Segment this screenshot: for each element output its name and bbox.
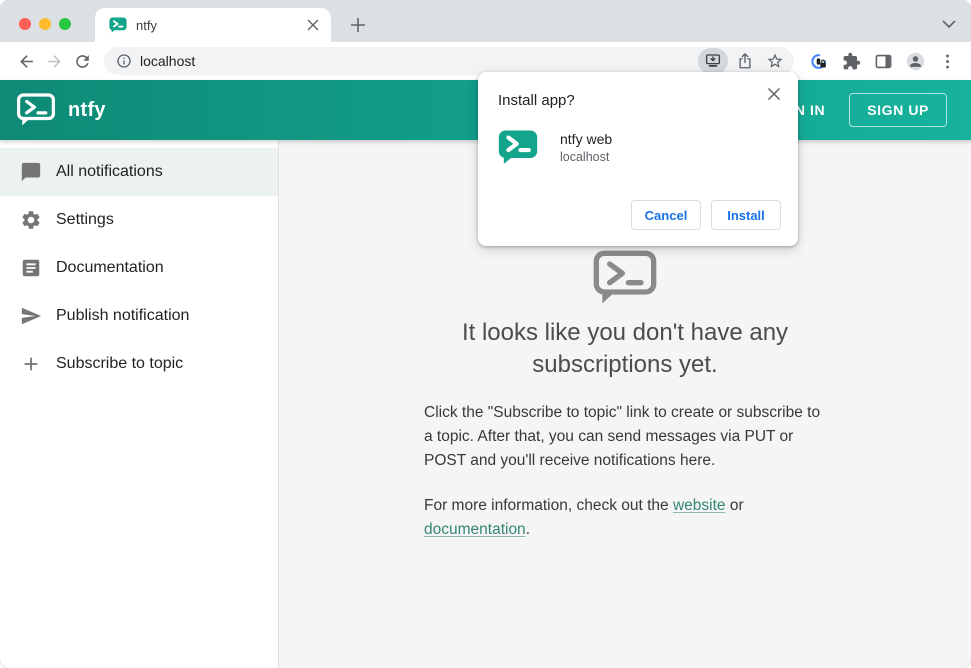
new-tab-button[interactable]: [346, 13, 370, 37]
tab-search-chevron-icon[interactable]: [942, 16, 956, 34]
profile-avatar-icon[interactable]: [902, 48, 928, 74]
sidebar-item-label: Documentation: [56, 259, 164, 276]
install-dialog-title: Install app?: [498, 92, 575, 109]
send-icon: [21, 307, 42, 325]
window-controls: [19, 18, 71, 30]
install-app-origin: localhost: [560, 150, 610, 164]
side-panel-icon[interactable]: [870, 48, 896, 74]
privacy-extension-icon[interactable]: [806, 48, 832, 74]
ntfy-logo-icon: [16, 93, 56, 126]
extension-cluster: [806, 48, 960, 74]
ntfy-logo-gray-icon: [593, 250, 657, 304]
documentation-link[interactable]: documentation: [424, 521, 526, 538]
sidebar-item-all-notifications[interactable]: All notifications: [0, 148, 278, 196]
sidebar-item-label: Settings: [56, 211, 114, 228]
install-button[interactable]: Install: [711, 200, 781, 230]
install-app-dialog: Install app? ntfy web localhost Cancel I…: [478, 72, 798, 246]
share-icon[interactable]: [732, 48, 758, 74]
extensions-puzzle-icon[interactable]: [838, 48, 864, 74]
article-icon: [22, 259, 40, 277]
zoom-window-button[interactable]: [59, 18, 71, 30]
sidebar-item-settings[interactable]: Settings: [0, 196, 278, 244]
url-bar[interactable]: localhost: [104, 47, 794, 75]
close-window-button[interactable]: [19, 18, 31, 30]
brand: ntfy: [16, 93, 106, 127]
minimize-window-button[interactable]: [39, 18, 51, 30]
plus-icon: [24, 357, 38, 371]
tab-title: ntfy: [136, 17, 157, 33]
browser-tab[interactable]: ntfy: [95, 8, 331, 42]
tab-close-icon[interactable]: [305, 17, 321, 33]
sidebar-item-subscribe-to-topic[interactable]: Subscribe to topic: [0, 340, 278, 388]
url-text[interactable]: localhost: [140, 53, 694, 69]
sign-up-button[interactable]: SIGN UP: [849, 93, 947, 127]
install-pwa-icon[interactable]: [698, 48, 728, 74]
bookmark-star-icon[interactable]: [762, 48, 788, 74]
sidebar: All notifications Settings Documentation…: [0, 140, 279, 668]
tab-strip: ntfy: [0, 0, 971, 42]
sidebar-item-label: Publish notification: [56, 307, 190, 324]
sidebar-item-documentation[interactable]: Documentation: [0, 244, 278, 292]
browser-window: ntfy localhost ntfy IN SIGN UP All notif…: [0, 0, 971, 668]
app-title: ntfy: [68, 98, 106, 121]
forward-icon[interactable]: [40, 47, 68, 75]
paragraph-2-text: or: [725, 497, 744, 515]
paragraph-2-text: .: [525, 521, 530, 539]
menu-dots-icon[interactable]: [934, 48, 960, 74]
sidebar-item-label: Subscribe to topic: [56, 355, 184, 372]
empty-state: It looks like you don't have any subscri…: [424, 250, 826, 542]
gear-icon: [22, 211, 40, 229]
sidebar-item-publish-notification[interactable]: Publish notification: [0, 292, 278, 340]
empty-state-paragraph-1: Click the "Subscribe to topic" link to c…: [424, 404, 821, 470]
empty-state-heading: It looks like you don't have any subscri…: [461, 319, 789, 378]
empty-state-paragraph-2: For more information, check out the webs…: [424, 494, 826, 542]
back-icon[interactable]: [12, 47, 40, 75]
install-app-name: ntfy web: [560, 131, 613, 147]
close-icon[interactable]: [764, 84, 784, 104]
paragraph-2-text: For more information, check out the: [424, 497, 673, 515]
ntfy-favicon-icon: [109, 17, 127, 33]
chat-bubble-icon: [21, 162, 41, 182]
info-icon[interactable]: [116, 53, 132, 69]
reload-icon[interactable]: [68, 47, 96, 75]
cancel-button[interactable]: Cancel: [631, 200, 701, 230]
website-link[interactable]: website: [673, 497, 726, 514]
sidebar-item-label: All notifications: [56, 163, 163, 180]
ntfy-app-icon: [498, 130, 538, 164]
